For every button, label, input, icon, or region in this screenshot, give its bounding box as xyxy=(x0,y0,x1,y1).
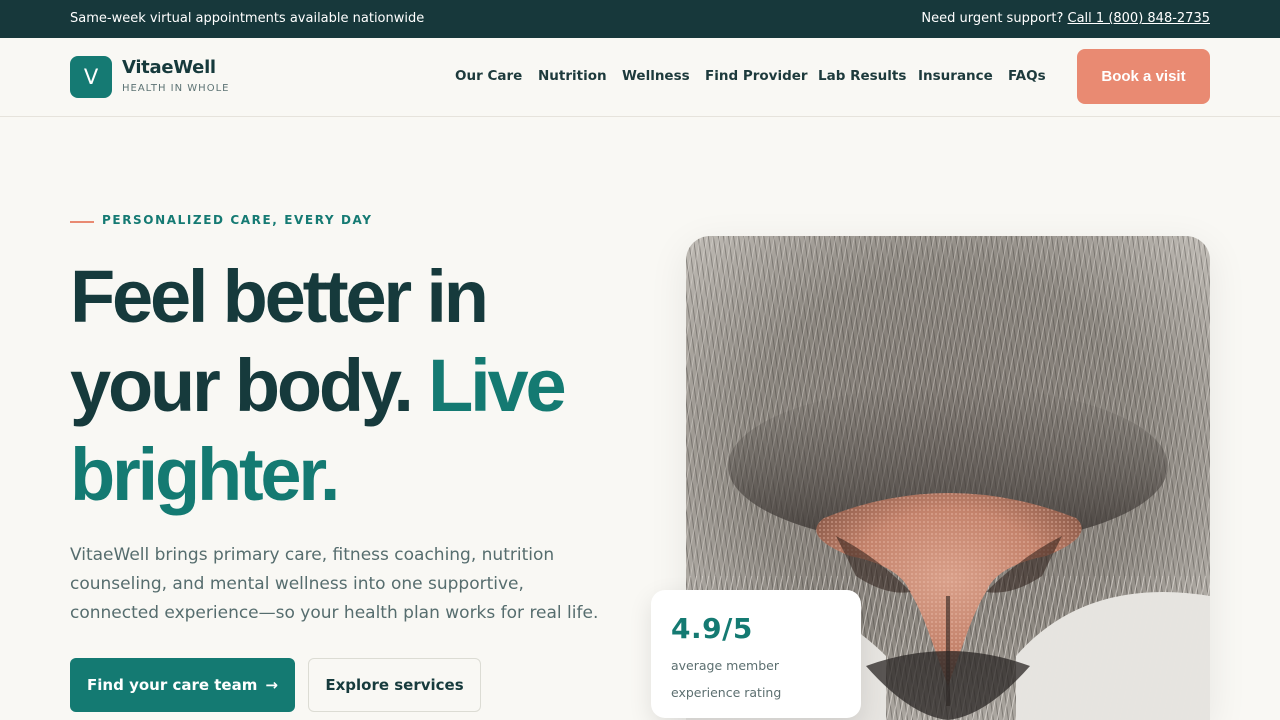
nav-item-wellness[interactable]: Wellness xyxy=(622,68,690,84)
eyebrow-divider xyxy=(70,221,94,223)
brand-name[interactable]: VitaeWell xyxy=(122,57,216,78)
nav-item-nutrition[interactable]: Nutrition xyxy=(538,68,607,84)
announcement-bar: Same-week virtual appointments available… xyxy=(0,0,1280,38)
nav-item-insurance[interactable]: Insurance xyxy=(918,68,993,84)
find-care-team-button[interactable]: Find your care team → xyxy=(70,658,295,712)
nav-item-our-care[interactable]: Our Care xyxy=(455,68,522,84)
site-header: V VitaeWell HEALTH IN WHOLE Our Care Nut… xyxy=(0,38,1280,117)
announcement-text: Same-week virtual appointments available… xyxy=(70,11,425,26)
call-support-link[interactable]: Call 1 (800) 848-2735 xyxy=(1068,11,1210,26)
explore-services-button[interactable]: Explore services xyxy=(308,658,481,712)
urgent-support-label: Need urgent support? xyxy=(921,11,1064,26)
arrow-right-icon: → xyxy=(265,676,278,694)
nav-item-faqs[interactable]: FAQs xyxy=(1008,68,1046,84)
logo-icon[interactable]: V xyxy=(70,56,112,98)
hero-description: VitaeWell brings primary care, fitness c… xyxy=(70,545,599,623)
book-visit-button[interactable]: Book a visit xyxy=(1077,49,1210,104)
rating-card: 4.9/5 average member experience rating xyxy=(651,590,861,718)
headline-line-2b: Live xyxy=(428,344,566,427)
rating-label: average member experience rating xyxy=(671,658,782,700)
nav-item-find-provider[interactable]: Find Provider xyxy=(705,68,808,84)
headline-line-3: brighter. xyxy=(70,433,340,516)
rating-value: 4.9/5 xyxy=(671,612,753,645)
nav-item-lab-results[interactable]: Lab Results xyxy=(818,68,906,84)
hero-eyebrow: PERSONALIZED CARE, EVERY DAY xyxy=(102,213,373,227)
find-care-team-label: Find your care team xyxy=(87,676,258,694)
brand-tagline: HEALTH IN WHOLE xyxy=(122,83,230,94)
urgent-support: Need urgent support? Call 1 (800) 848-27… xyxy=(921,11,1210,26)
headline-line-2a: your body. xyxy=(70,344,414,427)
hero-headline: Feel better in your body. Live brighter. xyxy=(70,252,670,519)
headline-line-1: Feel better in xyxy=(70,255,489,338)
